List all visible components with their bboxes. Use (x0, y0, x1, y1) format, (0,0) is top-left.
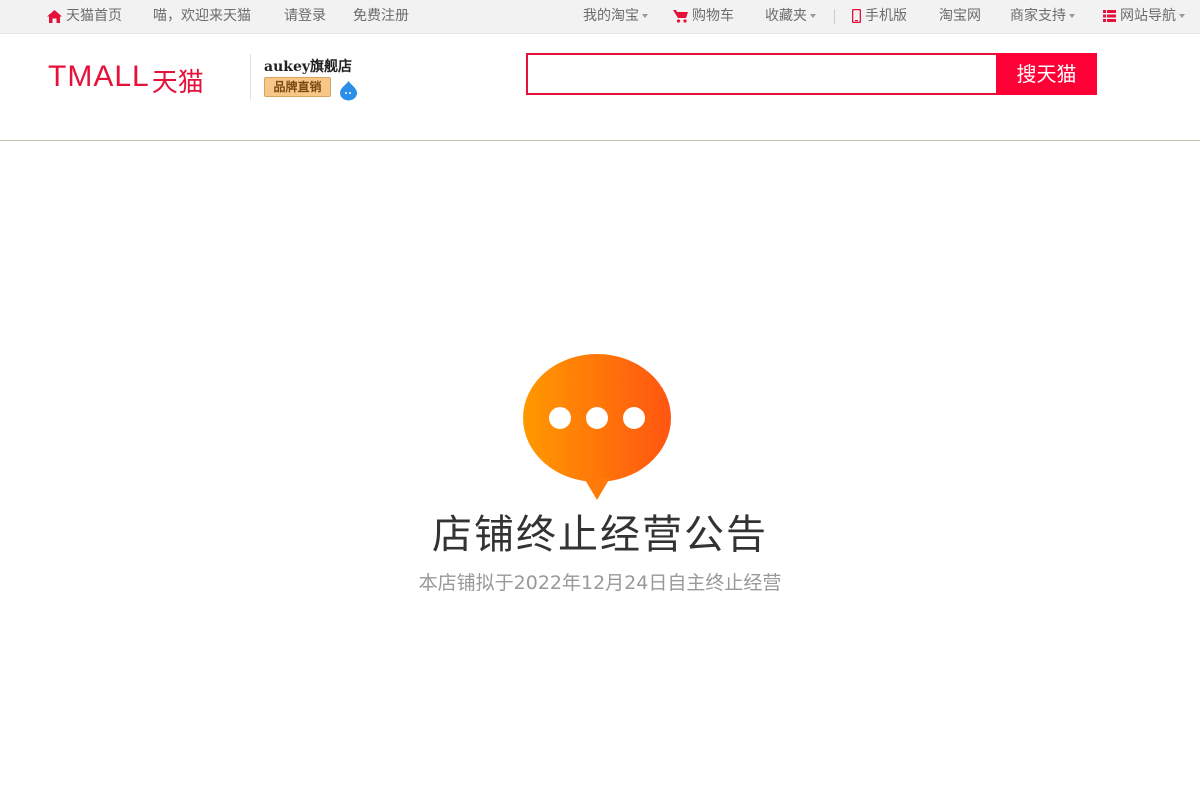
search-box: 搜天猫 (526, 53, 1097, 95)
merchant-support-menu[interactable]: 商家支持 (1010, 0, 1075, 33)
cart-link[interactable]: 购物车 (673, 0, 734, 33)
register-link[interactable]: 免费注册 (353, 0, 409, 33)
shop-badge: 品牌直销 (264, 77, 331, 97)
shop-name[interactable]: aukey旗舰店 (264, 56, 352, 76)
chevron-down-icon (1179, 14, 1185, 18)
notice-message: 本店铺拟于2022年12月24日自主终止经营 (418, 572, 782, 594)
favorites-label: 收藏夹 (765, 8, 807, 24)
mobile-label: 手机版 (865, 8, 907, 24)
logo-cn-text: 天猫 (151, 68, 204, 98)
customer-service-icon[interactable] (338, 80, 359, 101)
mobile-phone-icon (852, 9, 861, 23)
header-divider (250, 54, 251, 100)
login-link[interactable]: 请登录 (284, 0, 326, 33)
topbar-home-link[interactable]: 天猫首页 (47, 0, 122, 33)
topbar-divider (834, 9, 835, 24)
welcome-text: 喵，欢迎来天猫 (153, 8, 251, 24)
chat-bubble-icon (523, 354, 671, 500)
taobao-link[interactable]: 淘宝网 (939, 0, 981, 33)
shop-header: TMALL天猫 aukey旗舰店 品牌直销 搜天猫 (0, 34, 1200, 141)
logo-text: TMALL (48, 60, 150, 93)
cart-label: 购物车 (692, 8, 734, 24)
search-input[interactable] (528, 55, 998, 93)
list-icon (1103, 10, 1116, 22)
cart-icon (673, 9, 688, 23)
top-navigation-bar: 天猫首页 喵，欢迎来天猫 请登录 免费注册 我的淘宝 购物车 收藏夹 手机版 淘… (0, 0, 1200, 34)
home-link-label: 天猫首页 (66, 8, 122, 24)
site-nav-label: 网站导航 (1120, 8, 1176, 24)
site-nav-menu[interactable]: 网站导航 (1103, 0, 1185, 33)
merchant-support-label: 商家支持 (1010, 8, 1066, 24)
chevron-down-icon (810, 14, 816, 18)
notice-title: 店铺终止经营公告 (432, 512, 768, 558)
home-icon (47, 9, 62, 23)
my-taobao-label: 我的淘宝 (583, 8, 639, 24)
search-button[interactable]: 搜天猫 (996, 53, 1097, 95)
mobile-link[interactable]: 手机版 (852, 0, 907, 33)
chevron-down-icon (642, 14, 648, 18)
my-taobao-menu[interactable]: 我的淘宝 (583, 0, 648, 33)
favorites-menu[interactable]: 收藏夹 (765, 0, 816, 33)
tmall-logo[interactable]: TMALL天猫 (48, 60, 204, 99)
chevron-down-icon (1069, 14, 1075, 18)
